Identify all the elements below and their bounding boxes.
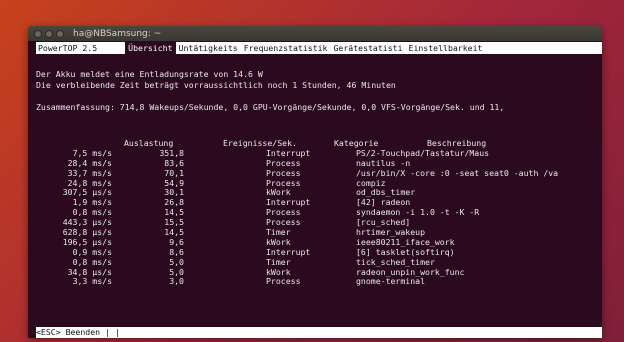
discharge-rate-message: Der Akku meldet eine Entladungsrate von …	[36, 69, 263, 79]
description-cell: /usr/bin/X -core :0 -seat seat0 -auth /v…	[356, 167, 559, 178]
table-header-row: Auslastung Ereignisse/Sek. Kategorie Bes…	[36, 138, 602, 149]
tab-einstellbarkeit[interactable]: Einstellbarkeit	[406, 42, 486, 54]
powertop-status-bar[interactable]: <ESC> Beenden | |	[36, 327, 602, 338]
tab-untaetigkeits[interactable]: Untätigkeits	[176, 42, 241, 54]
description-cell: gnome-terminal	[356, 276, 426, 287]
table-row[interactable]: 0,8 ms/s 5,0 Timer tick_sched_timer	[36, 257, 602, 268]
minimize-window-button[interactable]	[45, 29, 53, 38]
table-row[interactable]: 307,5 µs/s 30,1 kWork od_dbs_timer	[36, 188, 602, 198]
usage-cell: 3,3 ms/s	[72, 276, 112, 287]
tab-geraetestatistik[interactable]: Gerätestatisti	[331, 42, 406, 54]
terminal-window: ha@NBSamsung: ~ PowerTOP 2.5 Übersicht Unt…	[28, 26, 602, 338]
table-row[interactable]: 24,8 ms/s 54,9 Process compiz	[36, 178, 602, 189]
events-cell: 3,0	[169, 276, 184, 287]
table-row[interactable]: 7,5 ms/s 351,8 Interrupt PS/2-Touchpad/T…	[36, 148, 602, 159]
table-row[interactable]: 3,3 ms/s 3,0 Process gnome-terminal	[36, 277, 602, 287]
table-row[interactable]: 34,8 µs/s 5,0 kWork radeon_unpin_work_fu…	[36, 267, 602, 278]
table-row[interactable]: 0,8 ms/s 14,5 Process syndaemon -i 1.0 -…	[36, 207, 602, 218]
table-row[interactable]: 0,9 ms/s 8,6 Interrupt [6] tasklet(softi…	[36, 247, 602, 258]
maximize-window-button[interactable]	[56, 29, 64, 38]
table-row[interactable]: 196,5 µs/s 9,6 kWork ieee80211_iface_wor…	[36, 237, 602, 248]
terminal-content[interactable]: PowerTOP 2.5 Übersicht Untätigkeits Frequen…	[28, 41, 602, 338]
powertop-tab-bar: PowerTOP 2.5 Übersicht Untätigkeits Frequen…	[36, 42, 602, 54]
table-row[interactable]: 1,9 ms/s 26,8 Interrupt [42] radeon	[36, 197, 602, 208]
category-cell: Process	[266, 276, 301, 287]
table-row[interactable]: 33,7 ms/s 70,1 Process /usr/bin/X -core …	[36, 167, 602, 179]
remaining-time-message: Die verbleibende Zeit beträgt vorraussic…	[36, 80, 396, 90]
table-row[interactable]: 628,8 µs/s 14,5 Timer hrtimer_wakeup	[36, 227, 602, 238]
close-window-button[interactable]	[34, 29, 42, 38]
tab-uebersicht[interactable]: Übersicht	[125, 42, 176, 54]
window-titlebar[interactable]: ha@NBSamsung: ~	[28, 26, 602, 41]
window-title: ha@NBSamsung: ~	[73, 28, 162, 39]
summary-message: Zusammenfassung: 714,8 Wakeups/Sekunde, …	[36, 102, 505, 112]
table-row[interactable]: 443,3 µs/s 15,5 Process [rcu_sched]	[36, 217, 602, 228]
app-name: PowerTOP 2.5	[38, 43, 98, 53]
tab-frequenzstatistik[interactable]: Frequenzstatistik	[241, 42, 331, 54]
process-table: Auslastung Ereignisse/Sek. Kategorie Bes…	[36, 138, 602, 287]
